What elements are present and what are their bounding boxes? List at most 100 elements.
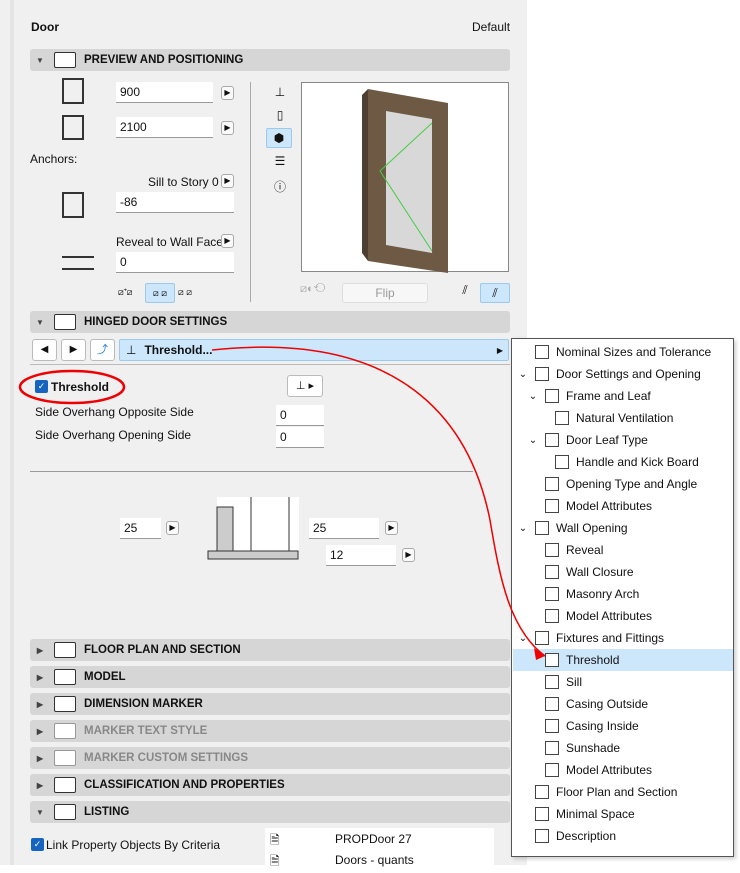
section-view-icon[interactable]: ☰	[270, 152, 290, 170]
menu-item[interactable]: Minimal Space	[513, 803, 733, 825]
threshold-right-arrow[interactable]: ▶	[385, 521, 398, 535]
elevation-view-icon[interactable]: ▯	[270, 106, 290, 124]
opening-side-left-icon[interactable]: ⫽	[455, 283, 475, 303]
flip-button[interactable]: Flip	[342, 283, 428, 303]
threshold-left-input[interactable]: 25	[120, 518, 161, 539]
menu-item[interactable]: Threshold	[513, 649, 733, 671]
menu-item[interactable]: Nominal Sizes and Tolerance	[513, 341, 733, 363]
section-listing[interactable]: ▼ LISTING	[30, 801, 510, 823]
sill-icon	[62, 192, 84, 218]
menu-item[interactable]: Model Attributes	[513, 495, 733, 517]
menu-item[interactable]: Reveal	[513, 539, 733, 561]
menu-item[interactable]: ⌄ Fixtures and Fittings	[513, 627, 733, 649]
section-dimension-marker[interactable]: ▶ DIMENSION MARKER	[30, 693, 510, 715]
menu-item[interactable]: Handle and Kick Board	[513, 451, 733, 473]
page-icon	[535, 829, 549, 843]
threshold-height-input[interactable]: 12	[326, 545, 396, 566]
reveal-arrow-button[interactable]: ▶	[221, 234, 234, 248]
menu-item[interactable]: ⌄ Frame and Leaf	[513, 385, 733, 407]
menu-item[interactable]: Masonry Arch	[513, 583, 733, 605]
page-icon	[545, 543, 559, 557]
menu-item[interactable]: Natural Ventilation	[513, 407, 733, 429]
chevron-down-icon[interactable]: ⌄	[517, 633, 529, 644]
expand-icon: ▼	[36, 55, 44, 65]
width-arrow-button[interactable]: ▶	[221, 86, 234, 100]
chevron-down-icon[interactable]: ⌄	[517, 523, 529, 534]
threshold-type-button[interactable]: ⊥ ▸	[287, 375, 323, 397]
listing-list[interactable]: 🗎 PROPDoor 27 🗎 Doors - quants	[265, 828, 494, 868]
section-model[interactable]: ▶ MODEL	[30, 666, 510, 688]
chevron-right-icon: ▶	[496, 345, 503, 355]
menu-item[interactable]: Floor Plan and Section	[513, 781, 733, 803]
reveal-input[interactable]: 0	[116, 252, 234, 273]
threshold-height-arrow[interactable]: ▶	[402, 548, 415, 562]
page-icon	[545, 389, 559, 403]
settings-icon	[54, 314, 76, 330]
section-preview[interactable]: ▼ PREVIEW AND POSITIONING	[30, 49, 510, 71]
mirror-icon[interactable]: ⧄◐⟲	[300, 283, 334, 303]
menu-item[interactable]: Wall Closure	[513, 561, 733, 583]
floor-plan-view-icon[interactable]: ⊥	[270, 83, 290, 101]
page-icon	[545, 587, 559, 601]
listing-item[interactable]: PROPDoor 27	[335, 832, 412, 846]
menu-item[interactable]: ⌄ Wall Opening	[513, 517, 733, 539]
chevron-down-icon[interactable]: ⌄	[527, 435, 539, 446]
menu-item-label: Sunshade	[566, 741, 621, 755]
height-arrow-button[interactable]: ▶	[221, 121, 234, 135]
chevron-down-icon[interactable]: ⌄	[527, 391, 539, 402]
listing-icon	[54, 804, 76, 820]
chevron-down-icon[interactable]: ⌄	[517, 369, 529, 380]
page-selector[interactable]: ⊥ Threshold... ▶	[119, 339, 509, 361]
anchor-center-button[interactable]: ⧄ ⧄	[145, 283, 175, 303]
section-marker-text-style: ▶ MARKER TEXT STYLE	[30, 720, 510, 742]
anchor-right-icon[interactable]: ⧄ ⧄	[178, 287, 192, 298]
expand-icon: ▼	[36, 317, 44, 327]
page-icon	[555, 455, 569, 469]
menu-item[interactable]: Sunshade	[513, 737, 733, 759]
menu-item[interactable]: Model Attributes	[513, 759, 733, 781]
menu-item[interactable]: Casing Inside	[513, 715, 733, 737]
info-icon[interactable]: ⓘ	[270, 177, 290, 195]
opening-side-right-icon[interactable]: ⫽	[480, 283, 510, 303]
page-tree-menu[interactable]: Nominal Sizes and Tolerance ⌄ Door Setting…	[511, 338, 734, 857]
width-input[interactable]: 900	[116, 82, 213, 103]
anchor-left-icon[interactable]: ⧄⁺⧄	[118, 287, 133, 298]
section-hinged[interactable]: ▼ HINGED DOOR SETTINGS	[30, 311, 510, 333]
parent-page-icon[interactable]: ⤴	[90, 339, 115, 361]
menu-item[interactable]: Sill	[513, 671, 733, 693]
expand-icon: ▶	[36, 645, 44, 655]
reveal-label: Reveal to Wall Face	[116, 235, 223, 249]
link-criteria-checkbox[interactable]: ✓	[31, 838, 44, 851]
menu-item[interactable]: Model Attributes	[513, 605, 733, 627]
height-input[interactable]: 2100	[116, 117, 213, 138]
sill-arrow-button[interactable]: ▶	[221, 174, 234, 188]
next-page-button[interactable]: ▶	[61, 339, 86, 361]
divider	[30, 364, 510, 365]
opening-overhang-input[interactable]: 0	[276, 427, 324, 448]
menu-item[interactable]: ⌄ Door Leaf Type	[513, 429, 733, 451]
page-icon	[545, 719, 559, 733]
panel-edge	[10, 0, 14, 865]
section-marker-custom: ▶ MARKER CUSTOM SETTINGS	[30, 747, 510, 769]
threshold-right-input[interactable]: 25	[309, 518, 379, 539]
threshold-label: Threshold	[51, 380, 110, 394]
prev-page-button[interactable]: ◀	[32, 339, 57, 361]
height-icon	[62, 115, 84, 140]
menu-item[interactable]: Description	[513, 825, 733, 847]
threshold-checkbox[interactable]: ✓	[35, 380, 48, 393]
threshold-left-arrow[interactable]: ▶	[166, 521, 179, 535]
marker-custom-icon	[54, 750, 76, 766]
sill-input[interactable]: -86	[116, 192, 234, 213]
expand-icon: ▶	[36, 726, 44, 736]
opposite-overhang-input[interactable]: 0	[276, 405, 324, 426]
page-icon	[535, 345, 549, 359]
section-floor-plan[interactable]: ▶ FLOOR PLAN AND SECTION	[30, 639, 510, 661]
3d-view-icon[interactable]: ⬢	[266, 128, 292, 148]
document-icon: 🗎	[270, 854, 280, 868]
menu-item[interactable]: Opening Type and Angle	[513, 473, 733, 495]
menu-item[interactable]: Casing Outside	[513, 693, 733, 715]
page-icon	[535, 785, 549, 799]
dimension-marker-icon	[54, 696, 76, 712]
section-classification[interactable]: ▶ CLASSIFICATION AND PROPERTIES	[30, 774, 510, 796]
menu-item[interactable]: ⌄ Door Settings and Opening	[513, 363, 733, 385]
